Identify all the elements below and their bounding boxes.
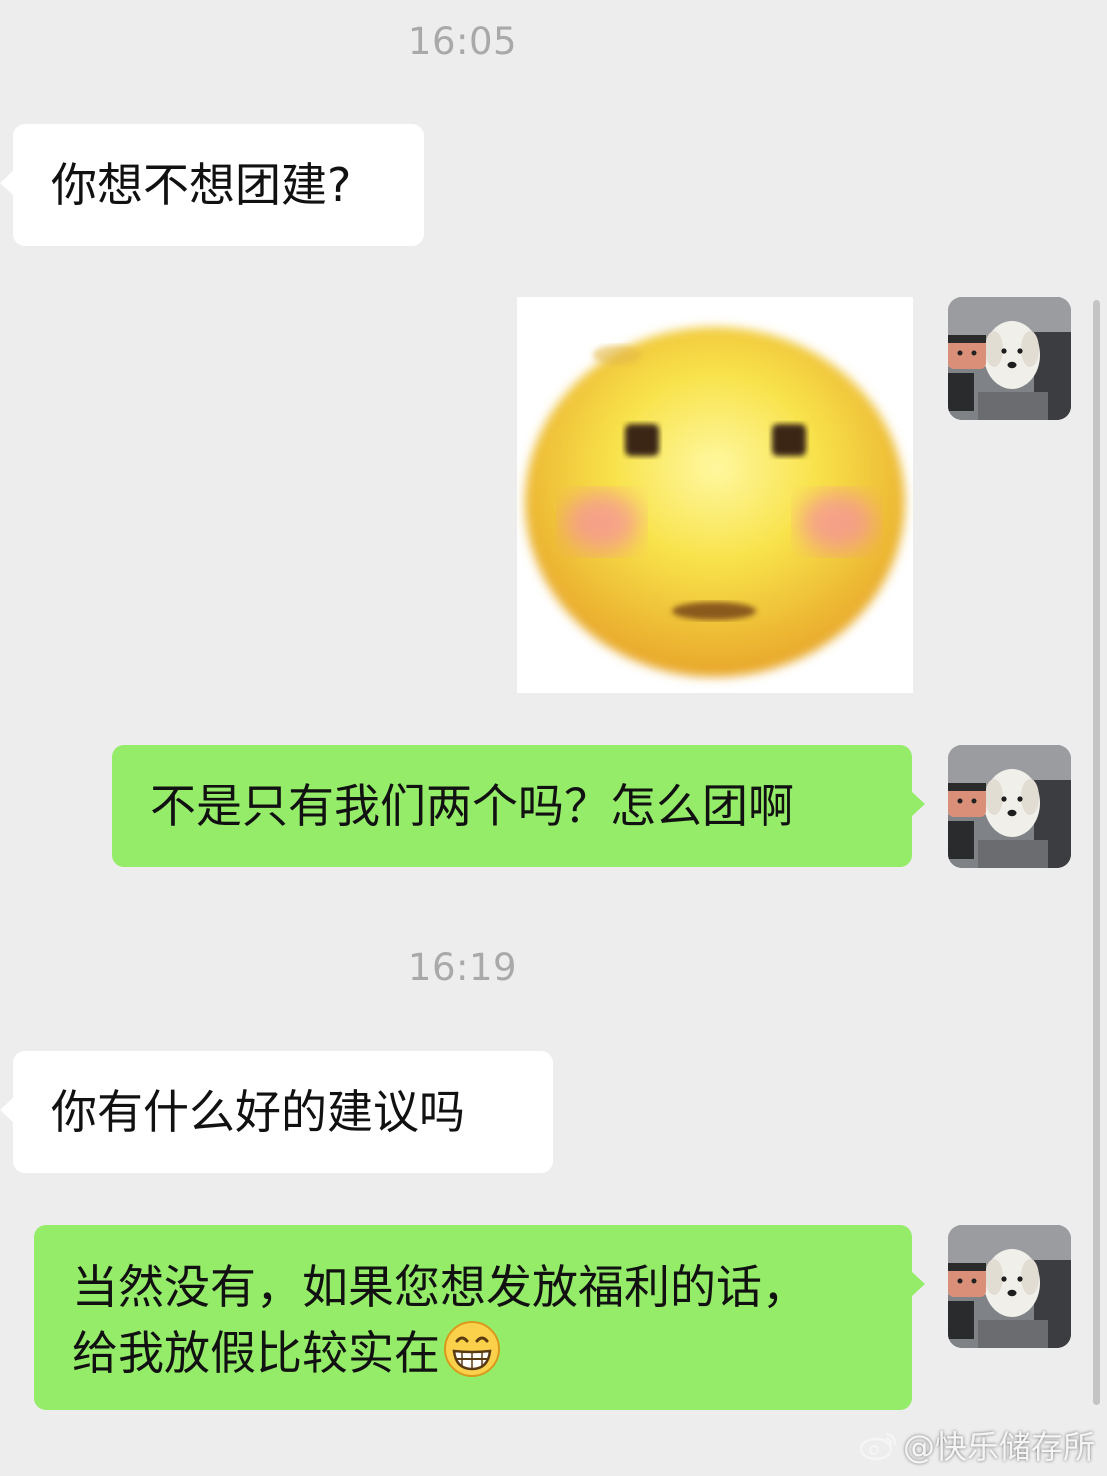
blushing-face-sticker[interactable] [517,297,913,693]
avatar[interactable] [948,297,1071,420]
message-text: 不是只有我们两个吗？怎么团啊 [150,779,794,833]
dog-avatar-icon [948,745,1071,868]
watermark: @快乐储存所 [859,1422,1095,1468]
timestamp: 16:05 [407,20,518,63]
message-bubble-outgoing[interactable]: 不是只有我们两个吗？怎么团啊 [112,745,925,867]
timestamp: 16:19 [407,946,518,989]
message-text-line: 给我放假比较实在 [72,1319,912,1385]
scrollbar[interactable] [1093,300,1100,1405]
message-bubble-incoming[interactable]: 你想不想团建? [0,124,424,246]
message-text-line: 当然没有，如果您想发放福利的话， [72,1260,808,1314]
avatar[interactable] [948,745,1071,868]
message-bubble-outgoing[interactable]: 当然没有，如果您想发放福利的话， 给我放假比较实在 [34,1225,925,1410]
dog-avatar-icon [948,1225,1071,1348]
watermark-text: @快乐储存所 [902,1428,1095,1466]
grinning-face-emoji [444,1321,500,1377]
message-bubble-incoming[interactable]: 你有什么好的建议吗 [0,1051,553,1173]
avatar[interactable] [948,1225,1071,1348]
weibo-icon [859,1432,897,1461]
message-text: 你有什么好的建议吗 [51,1085,465,1139]
dog-avatar-icon [948,297,1071,420]
message-text: 给我放假比较实在 [72,1326,440,1380]
message-text: 你想不想团建? [51,158,352,212]
sticker-image [525,327,905,677]
